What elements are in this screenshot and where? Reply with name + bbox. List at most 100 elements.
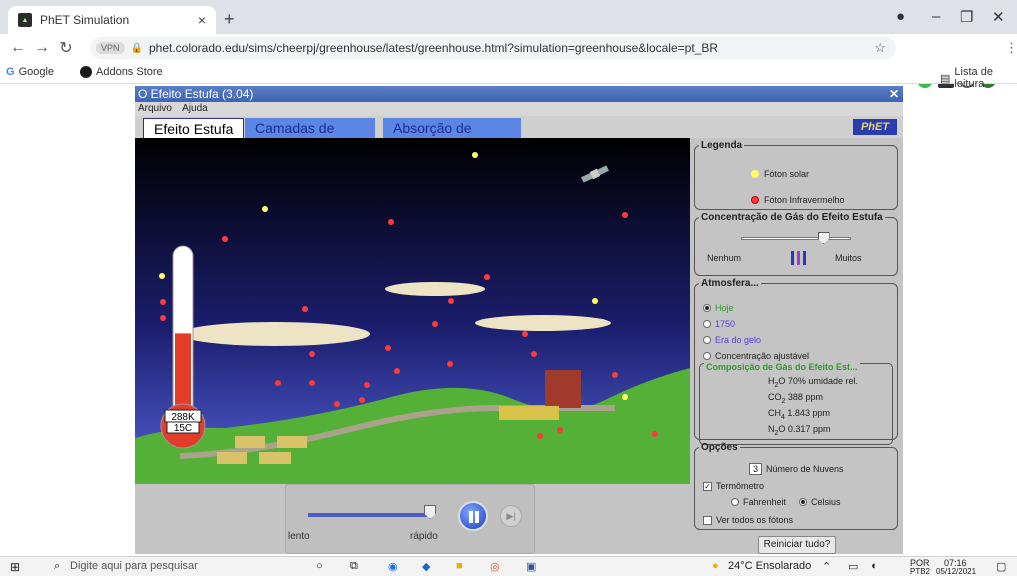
speed-slider[interactable] xyxy=(308,513,428,517)
radio-dot[interactable] xyxy=(703,304,711,312)
photon-ir xyxy=(557,427,563,433)
minimize-icon[interactable]: – xyxy=(932,8,940,25)
thermometer-label: Termômetro xyxy=(716,481,765,491)
options-box: Opções 3 Número de Nuvens ✓ Termômetro F… xyxy=(694,442,898,530)
reload-icon[interactable]: ↻ xyxy=(54,38,78,58)
gas-formula: H2O xyxy=(768,376,788,389)
photon-ir xyxy=(484,274,490,280)
new-tab-icon[interactable]: + xyxy=(224,9,235,30)
radio-fahrenheit[interactable]: Fahrenheit xyxy=(731,497,786,507)
radio-dot[interactable] xyxy=(731,498,739,506)
bookmark-addons[interactable]: Addons Store xyxy=(80,66,163,78)
radio-dot[interactable] xyxy=(703,352,711,360)
word-icon[interactable]: ▣ xyxy=(526,560,536,573)
checkbox-unchecked-icon[interactable] xyxy=(703,515,712,525)
reset-all-button[interactable]: Reiniciar tudo? xyxy=(758,536,836,554)
reading-list[interactable]: ▤ Lista de leitura xyxy=(940,66,1017,90)
radio-1750[interactable]: 1750 xyxy=(703,319,735,329)
legend-solar: Fóton solar xyxy=(751,169,809,179)
cortana-icon[interactable]: ○ xyxy=(316,560,323,572)
weather-text[interactable]: 24°C Ensolarado xyxy=(728,560,811,572)
edge-icon[interactable]: ◉ xyxy=(388,560,398,573)
vpn-badge[interactable]: VPN xyxy=(96,42,125,54)
photon-ir xyxy=(385,345,391,351)
clouds-stepper[interactable]: 3 xyxy=(749,463,763,475)
forward-icon[interactable]: → xyxy=(30,39,54,57)
weather-icon: ● xyxy=(712,560,719,572)
taskbar-search-input[interactable]: Digite aqui para pesquisar xyxy=(70,560,198,572)
back-icon[interactable]: ← xyxy=(6,39,30,57)
explorer-icon[interactable]: ■ xyxy=(456,560,463,572)
playback-panel: lento rápido ▶| xyxy=(285,484,535,554)
bookmark-label: Google xyxy=(18,66,55,78)
address-bar-row: ← → ↻ VPN 🔒 phet.colorado.edu/sims/cheer… xyxy=(0,34,1017,88)
radio-dot[interactable] xyxy=(799,498,807,506)
cloud xyxy=(475,315,611,331)
radio-label: 1750 xyxy=(715,319,736,329)
store-icon[interactable]: ◆ xyxy=(422,560,430,573)
tab-absorcao-de-foton[interactable]: Absorção de Fóton xyxy=(383,118,521,152)
options-title: Opções xyxy=(701,442,738,453)
restore-icon[interactable]: ❐ xyxy=(960,8,973,26)
bookmarks-bar: G Google Addons Store ▤ Lista de leitura xyxy=(0,62,1017,90)
checkbox-checked-icon[interactable]: ✓ xyxy=(703,481,712,491)
app-titlebar: O Efeito Estufa (3.04) ✕ xyxy=(135,86,903,102)
photon-ir xyxy=(302,306,308,312)
tab-efeito-estufa[interactable]: Efeito Estufa xyxy=(143,118,245,138)
menu-ajuda[interactable]: Ajuda xyxy=(182,103,208,114)
control-panel: Legenda Fóton solar Fóton Infravermelho … xyxy=(692,138,901,554)
url-input[interactable]: VPN 🔒 phet.colorado.edu/sims/cheerpj/gre… xyxy=(90,37,896,59)
radio-dot[interactable] xyxy=(703,336,711,344)
step-button[interactable]: ▶| xyxy=(500,505,522,527)
radio-hoje[interactable]: Hoje xyxy=(703,303,734,313)
volume-icon[interactable]: ◖ xyxy=(870,560,877,572)
sim-tabs: Efeito Estufa Camadas de Vidro Absorção … xyxy=(135,116,903,152)
browser-tab[interactable]: ▲ PhET Simulation × xyxy=(8,6,216,34)
app-close-icon[interactable]: ✕ xyxy=(889,86,899,102)
tab-close-icon[interactable]: × xyxy=(198,12,206,28)
photon-solar xyxy=(622,394,628,400)
gas-molecules-icon xyxy=(791,251,806,265)
radio-era-do-gelo[interactable]: Era do gelo xyxy=(703,335,761,345)
tab-camadas-de-vidro[interactable]: Camadas de Vidro xyxy=(245,118,375,152)
radio-label: Concentração ajustável xyxy=(715,351,810,361)
gas-none-label: Nenhum xyxy=(707,253,742,263)
gas-slider[interactable] xyxy=(741,237,851,240)
input-language-variant[interactable]: PTB2 xyxy=(910,567,930,576)
notifications-icon[interactable]: ▢ xyxy=(996,560,1006,573)
chrome-icon[interactable]: ◎ xyxy=(490,560,500,573)
menu-icon[interactable]: ⋮ xyxy=(1005,40,1017,56)
radio-concentracao-ajustavel[interactable]: Concentração ajustável xyxy=(703,351,809,361)
network-icon[interactable]: ▭ xyxy=(848,560,858,573)
simulation-scene: 288K 15C xyxy=(135,138,690,484)
legend-ir-label: Fóton Infravermelho xyxy=(764,195,845,205)
clock-date[interactable]: 05/12/2021 xyxy=(936,567,976,576)
radio-dot[interactable] xyxy=(703,320,711,328)
reading-list-label: Lista de leitura xyxy=(954,66,993,90)
search-icon[interactable]: ⌕ xyxy=(54,560,60,573)
photon-ir xyxy=(309,380,315,386)
gas-slider-thumb[interactable] xyxy=(817,232,830,244)
legend-ir: Fóton Infravermelho xyxy=(751,195,845,205)
window-close-icon[interactable]: ✕ xyxy=(992,8,1005,26)
tray-chevron-icon[interactable]: ⌃ xyxy=(822,560,831,573)
factory xyxy=(545,370,581,408)
photon-ir xyxy=(334,401,340,407)
star-icon[interactable]: ☆ xyxy=(874,40,886,56)
menu-arquivo[interactable]: Arquivo xyxy=(138,103,172,114)
profile-dot-icon[interactable]: ● xyxy=(896,8,905,25)
speed-fast-label: rápido xyxy=(410,531,438,542)
all-photons-checkbox[interactable]: Ver todos os fótons xyxy=(703,515,793,525)
pause-button[interactable] xyxy=(458,501,488,531)
task-view-icon[interactable]: ⧉ xyxy=(350,560,358,573)
radio-celsius[interactable]: Celsius xyxy=(799,497,841,507)
photon-ir xyxy=(612,372,618,378)
all-photons-label: Ver todos os fótons xyxy=(716,515,794,525)
windows-start-icon[interactable]: ⊞ xyxy=(10,560,20,574)
bookmark-google[interactable]: G Google xyxy=(6,66,54,78)
thermometer-checkbox[interactable]: ✓ Termômetro xyxy=(703,481,764,491)
legend-solar-label: Fóton solar xyxy=(764,169,810,179)
gas-value: 0.317 ppm xyxy=(787,424,831,434)
lock-icon[interactable]: 🔒 xyxy=(131,43,143,54)
cloud xyxy=(180,322,370,346)
